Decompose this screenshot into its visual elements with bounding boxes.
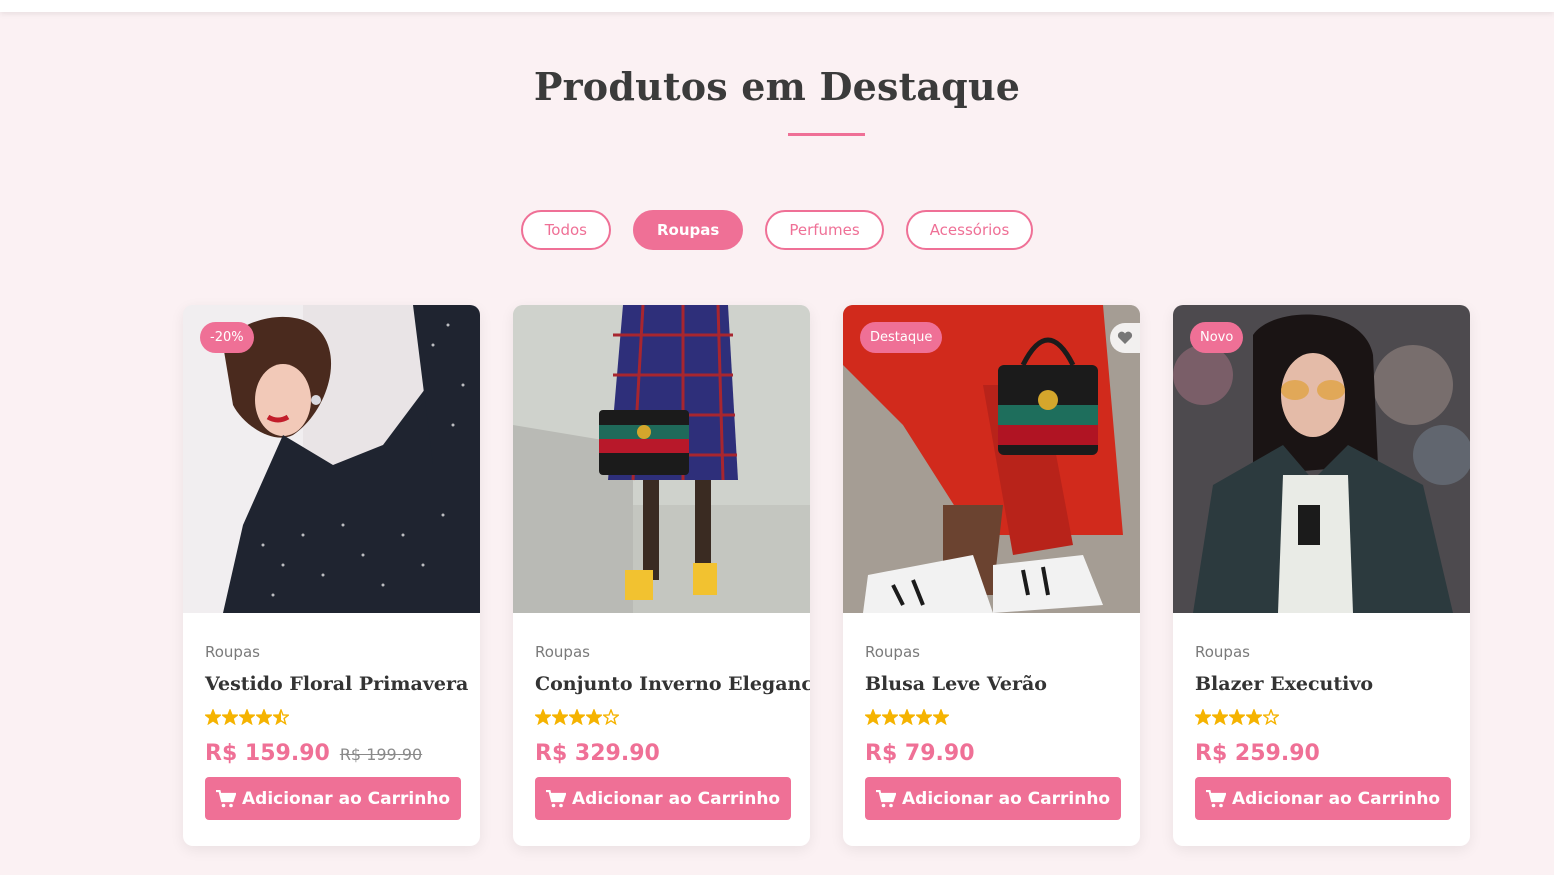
star-full-icon xyxy=(1195,709,1211,725)
product-name[interactable]: Vestido Floral Primavera xyxy=(205,673,468,695)
product-image[interactable]: Novo xyxy=(1173,305,1470,613)
star-full-icon xyxy=(882,709,898,725)
star-full-icon xyxy=(1212,709,1228,725)
star-half-icon xyxy=(273,709,289,725)
heart-icon[interactable] xyxy=(1110,323,1140,353)
product-category: Roupas xyxy=(205,643,260,661)
star-rating xyxy=(865,709,1118,727)
product-card[interactable]: Roupas Conjunto Inverno Elegance R$ 329.… xyxy=(513,305,810,846)
product-category: Roupas xyxy=(535,643,590,661)
star-full-icon xyxy=(865,709,881,725)
product-image[interactable]: -20% xyxy=(183,305,480,613)
add-to-cart-label: Adicionar ao Carrinho xyxy=(902,788,1111,809)
product-image[interactable]: Destaque xyxy=(843,305,1140,613)
cart-icon xyxy=(216,789,236,808)
cart-icon xyxy=(876,789,896,808)
product-card[interactable]: Destaque Roupas Blusa Leve Verão R$ 79.9… xyxy=(843,305,1140,846)
star-full-icon xyxy=(535,709,551,725)
product-price: R$ 329.90 xyxy=(535,741,660,766)
add-to-cart-button[interactable]: Adicionar ao Carrinho xyxy=(535,777,792,820)
star-full-icon xyxy=(569,709,585,725)
star-rating xyxy=(205,709,458,727)
section-title: Produtos em Destaque xyxy=(533,64,1021,109)
star-full-icon xyxy=(256,709,272,725)
add-to-cart-button[interactable]: Adicionar ao Carrinho xyxy=(865,777,1122,820)
star-full-icon xyxy=(205,709,221,725)
star-full-icon xyxy=(222,709,238,725)
category-filters: Todos Roupas Perfumes Acessórios xyxy=(0,210,1554,250)
star-full-icon xyxy=(899,709,915,725)
new-badge: Novo xyxy=(1190,322,1244,353)
product-grid: -20% Roupas Vestido Floral Primavera R$ … xyxy=(183,305,1470,846)
product-price: R$ 79.90 xyxy=(865,741,975,766)
star-full-icon xyxy=(1246,709,1262,725)
add-to-cart-label: Adicionar ao Carrinho xyxy=(242,788,451,809)
product-price: R$ 159.90 xyxy=(205,741,330,766)
star-full-icon xyxy=(239,709,255,725)
add-to-cart-label: Adicionar ao Carrinho xyxy=(1232,788,1441,809)
star-full-icon xyxy=(552,709,568,725)
product-card[interactable]: Novo Roupas Blazer Executivo R$ 259.90 A… xyxy=(1173,305,1470,846)
header-bar xyxy=(0,0,1554,12)
star-empty-icon xyxy=(603,709,619,725)
product-category: Roupas xyxy=(1195,643,1250,661)
product-price: R$ 259.90 xyxy=(1195,741,1320,766)
add-to-cart-label: Adicionar ao Carrinho xyxy=(572,788,781,809)
featured-products-section: Produtos em Destaque Todos Roupas Perfum… xyxy=(0,12,1554,875)
filter-acessorios-button[interactable]: Acessórios xyxy=(905,210,1034,250)
title-underline xyxy=(788,133,865,136)
filter-todos-button[interactable]: Todos xyxy=(520,210,611,250)
filter-roupas-button[interactable]: Roupas xyxy=(633,210,744,250)
cart-icon xyxy=(1206,789,1226,808)
star-rating xyxy=(1195,709,1448,727)
featured-badge: Destaque xyxy=(860,322,943,353)
star-full-icon xyxy=(916,709,932,725)
product-name[interactable]: Blazer Executivo xyxy=(1195,673,1448,695)
add-to-cart-button[interactable]: Adicionar ao Carrinho xyxy=(205,777,462,820)
discount-badge: -20% xyxy=(200,322,254,353)
product-name[interactable]: Blusa Leve Verão xyxy=(865,673,1118,695)
product-category: Roupas xyxy=(865,643,920,661)
star-full-icon xyxy=(586,709,602,725)
star-empty-icon xyxy=(1263,709,1279,725)
product-image[interactable] xyxy=(513,305,810,613)
cart-icon xyxy=(546,789,566,808)
star-full-icon xyxy=(1229,709,1245,725)
old-price: R$ 199.90 xyxy=(339,745,423,764)
add-to-cart-button[interactable]: Adicionar ao Carrinho xyxy=(1195,777,1452,820)
product-card[interactable]: -20% Roupas Vestido Floral Primavera R$ … xyxy=(183,305,480,846)
filter-perfumes-button[interactable]: Perfumes xyxy=(765,210,884,250)
star-rating xyxy=(535,709,788,727)
product-name[interactable]: Conjunto Inverno Elegance xyxy=(535,673,810,695)
star-full-icon xyxy=(933,709,949,725)
